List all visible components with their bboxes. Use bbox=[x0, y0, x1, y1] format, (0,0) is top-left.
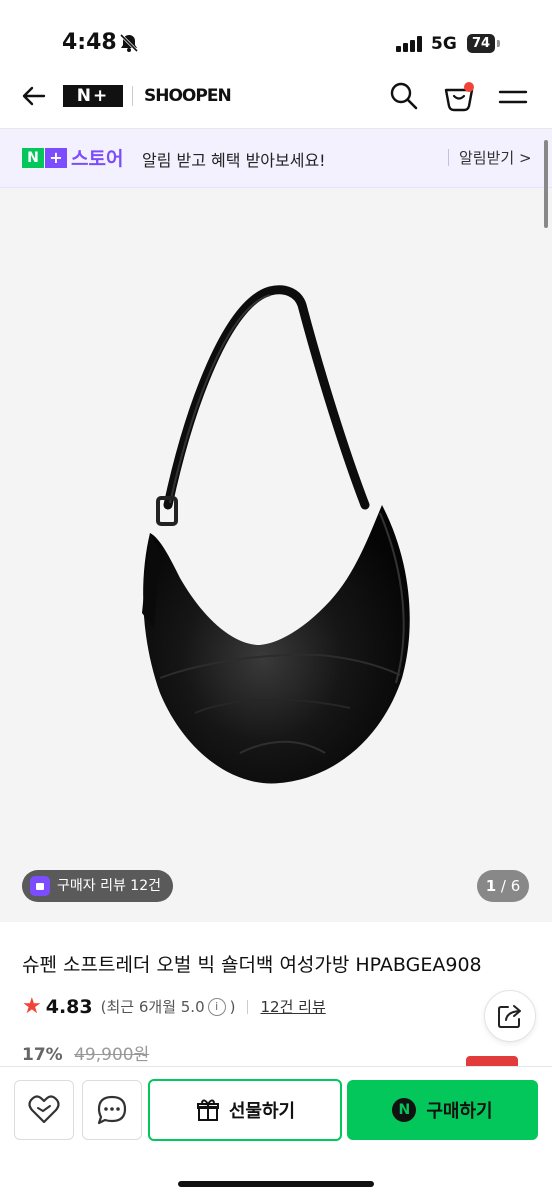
subscribe-alerts-link[interactable]: 알림받기 > bbox=[459, 147, 532, 168]
top-nav: N+ SHOOPEN bbox=[0, 70, 552, 129]
heart-icon bbox=[28, 1095, 60, 1124]
buy-label: 구매하기 bbox=[426, 1101, 493, 1122]
product-image-carousel[interactable]: 구매자 리뷰 12건 1 / 6 bbox=[0, 188, 552, 922]
banner-divider bbox=[448, 149, 449, 166]
pager-total: / 6 bbox=[500, 877, 521, 895]
home-indicator bbox=[178, 1181, 374, 1187]
star-icon: ★ bbox=[22, 994, 42, 1019]
gift-button[interactable]: 선물하기 bbox=[148, 1079, 342, 1141]
shopping-bag-icon bbox=[30, 876, 50, 896]
banner-message: 알림 받고 혜택 받아보세요! bbox=[142, 151, 326, 170]
product-title: 슈펜 소프트레더 오벌 빅 숄더백 여성가방 HPABGEA908 bbox=[22, 954, 482, 976]
plus-badge: + bbox=[45, 148, 67, 168]
scrollbar[interactable] bbox=[544, 140, 548, 228]
nplus-logo[interactable]: N+ bbox=[63, 85, 123, 107]
network-type: 5G bbox=[431, 34, 457, 54]
chat-icon bbox=[97, 1095, 127, 1125]
gift-icon bbox=[196, 1099, 219, 1121]
status-time: 4:48 bbox=[62, 30, 117, 55]
signal-icon bbox=[396, 36, 422, 52]
buy-button[interactable]: N 구매하기 bbox=[347, 1080, 538, 1140]
gift-label: 선물하기 bbox=[228, 1101, 296, 1122]
rating-row: ★ 4.83 (최근 6개월 5.0 i ) 12건 리뷰 bbox=[22, 994, 326, 1019]
shop-name[interactable]: SHOOPEN bbox=[144, 86, 232, 106]
product-image bbox=[142, 285, 410, 784]
status-bar: 4:48 5G 74 bbox=[0, 0, 552, 70]
recent-rating: (최근 6개월 5.0 bbox=[100, 998, 205, 1016]
pager-current: 1 bbox=[485, 877, 497, 895]
info-icon[interactable]: i bbox=[207, 997, 226, 1016]
store-label: 스토어 bbox=[71, 148, 124, 170]
search-icon[interactable] bbox=[388, 80, 420, 112]
naver-badge: N bbox=[22, 148, 44, 168]
battery-level: 74 bbox=[467, 34, 495, 53]
discount-rate: 17% bbox=[22, 1045, 63, 1065]
bottom-action-bar: 선물하기 N 구매하기 bbox=[0, 1066, 552, 1201]
naver-pay-icon: N bbox=[392, 1098, 417, 1122]
share-button[interactable] bbox=[484, 990, 536, 1042]
price-row: 17% 49,900원 bbox=[22, 1040, 149, 1065]
back-arrow-icon[interactable] bbox=[18, 80, 50, 112]
buyer-review-chip[interactable]: 구매자 리뷰 12건 bbox=[22, 870, 173, 902]
original-price: 49,900원 bbox=[74, 1045, 150, 1065]
logo-divider bbox=[132, 86, 133, 106]
cart-notification-dot bbox=[464, 82, 474, 92]
like-button[interactable] bbox=[14, 1080, 74, 1140]
store-notification-banner[interactable]: N + 스토어 알림 받고 혜택 받아보세요! 알림받기 > bbox=[0, 129, 552, 188]
buyer-review-label: 구매자 리뷰 12건 bbox=[57, 878, 161, 894]
rating-divider bbox=[247, 999, 249, 1014]
rating-score: 4.83 bbox=[45, 995, 93, 1018]
image-pager: 1 / 6 bbox=[477, 870, 529, 902]
share-icon bbox=[498, 1005, 521, 1028]
battery-tip bbox=[497, 40, 500, 47]
menu-icon[interactable] bbox=[498, 84, 528, 110]
bell-slash-icon bbox=[119, 33, 139, 53]
talk-button[interactable] bbox=[82, 1080, 142, 1140]
review-count-link[interactable]: 12건 리뷰 bbox=[260, 996, 325, 1017]
recent-rating-close: ) bbox=[229, 997, 236, 1016]
